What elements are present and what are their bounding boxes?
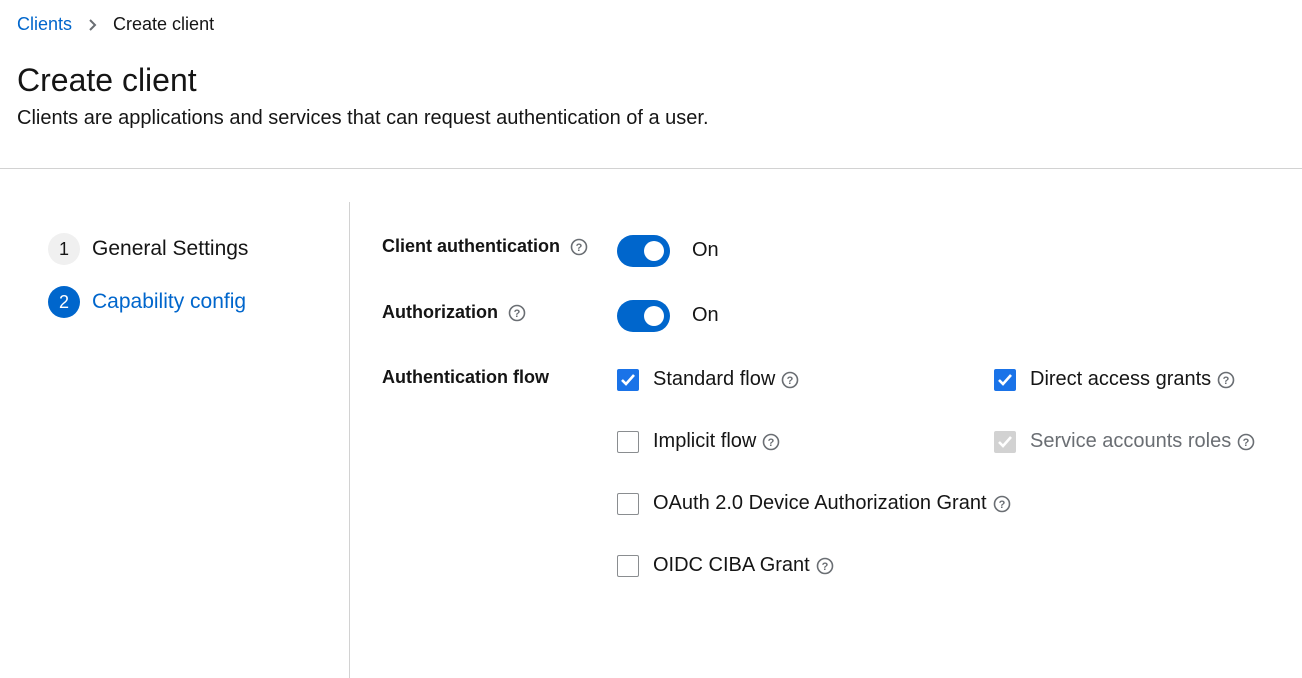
- svg-text:?: ?: [514, 308, 521, 320]
- standard-flow-label: Standard flow: [653, 368, 776, 390]
- breadcrumb-link-clients[interactable]: Clients: [17, 14, 72, 35]
- field-label-text: Client authentication: [382, 236, 561, 256]
- standard-flow-checkbox[interactable]: [617, 368, 639, 391]
- page-title: Create client: [17, 62, 197, 98]
- svg-text:?: ?: [576, 242, 583, 254]
- service-accounts-roles-option: Service accounts roles ?: [994, 430, 1255, 453]
- step-number: 1: [48, 233, 80, 265]
- implicit-flow-checkbox[interactable]: [617, 430, 639, 453]
- authorization-state: On: [692, 304, 719, 326]
- oidc-ciba-grant-checkbox[interactable]: [617, 554, 639, 577]
- authorization-toggle[interactable]: [617, 300, 670, 332]
- toggle-knob: [644, 241, 664, 261]
- direct-access-grants-label: Direct access grants: [1030, 368, 1212, 390]
- authorization-label: Authorization ?: [382, 302, 526, 323]
- svg-text:?: ?: [998, 499, 1005, 511]
- oauth-device-grant-checkbox[interactable]: [617, 492, 639, 515]
- question-circle-icon[interactable]: ?: [1217, 371, 1235, 389]
- wizard-nav-divider: [349, 202, 350, 678]
- step-number: 2: [48, 286, 80, 318]
- client-authentication-toggle[interactable]: [617, 235, 670, 267]
- direct-access-grants-checkbox[interactable]: [994, 368, 1016, 391]
- direct-access-grants-option: Direct access grants ?: [994, 368, 1235, 391]
- field-label-text: Authorization: [382, 302, 498, 322]
- question-circle-icon[interactable]: ?: [1237, 433, 1255, 451]
- checkmark-icon: [621, 373, 635, 386]
- page-description: Clients are applications and services th…: [17, 107, 709, 129]
- breadcrumb-current: Create client: [113, 14, 215, 34]
- wizard-step-general-settings[interactable]: 1 General Settings: [48, 233, 248, 265]
- svg-text:?: ?: [787, 375, 794, 387]
- step-label: General Settings: [92, 237, 249, 260]
- oidc-ciba-grant-option: OIDC CIBA Grant ?: [617, 554, 834, 577]
- wizard-step-capability-config[interactable]: 2 Capability config: [48, 286, 246, 318]
- oauth-device-grant-label: OAuth 2.0 Device Authorization Grant: [653, 492, 987, 514]
- toggle-knob: [644, 306, 664, 326]
- oauth-device-grant-option: OAuth 2.0 Device Authorization Grant ?: [617, 492, 1011, 515]
- breadcrumb: Clients Create client: [17, 14, 214, 35]
- svg-text:?: ?: [821, 561, 828, 573]
- svg-text:?: ?: [1243, 437, 1250, 449]
- question-circle-icon[interactable]: ?: [508, 304, 526, 322]
- step-label: Capability config: [92, 290, 247, 313]
- svg-text:?: ?: [1223, 375, 1230, 387]
- checkmark-icon: [998, 373, 1012, 386]
- checkmark-icon: [998, 435, 1012, 448]
- question-circle-icon[interactable]: ?: [570, 238, 588, 256]
- standard-flow-option: Standard flow ?: [617, 368, 799, 391]
- authentication-flow-label: Authentication flow: [382, 367, 549, 388]
- implicit-flow-label: Implicit flow: [653, 430, 757, 452]
- question-circle-icon[interactable]: ?: [762, 433, 780, 451]
- oidc-ciba-grant-label: OIDC CIBA Grant: [653, 554, 810, 576]
- implicit-flow-option: Implicit flow ?: [617, 430, 780, 453]
- question-circle-icon[interactable]: ?: [781, 371, 799, 389]
- question-circle-icon[interactable]: ?: [993, 495, 1011, 513]
- chevron-right-icon: [88, 18, 97, 31]
- field-label-text: Authentication flow: [382, 367, 549, 387]
- client-authentication-state: On: [692, 239, 719, 261]
- client-authentication-label: Client authentication ?: [382, 236, 588, 257]
- service-accounts-roles-label: Service accounts roles: [1030, 430, 1232, 452]
- svg-text:?: ?: [768, 437, 775, 449]
- question-circle-icon[interactable]: ?: [816, 557, 834, 575]
- header-divider: [0, 168, 1302, 169]
- service-accounts-roles-checkbox: [994, 430, 1016, 453]
